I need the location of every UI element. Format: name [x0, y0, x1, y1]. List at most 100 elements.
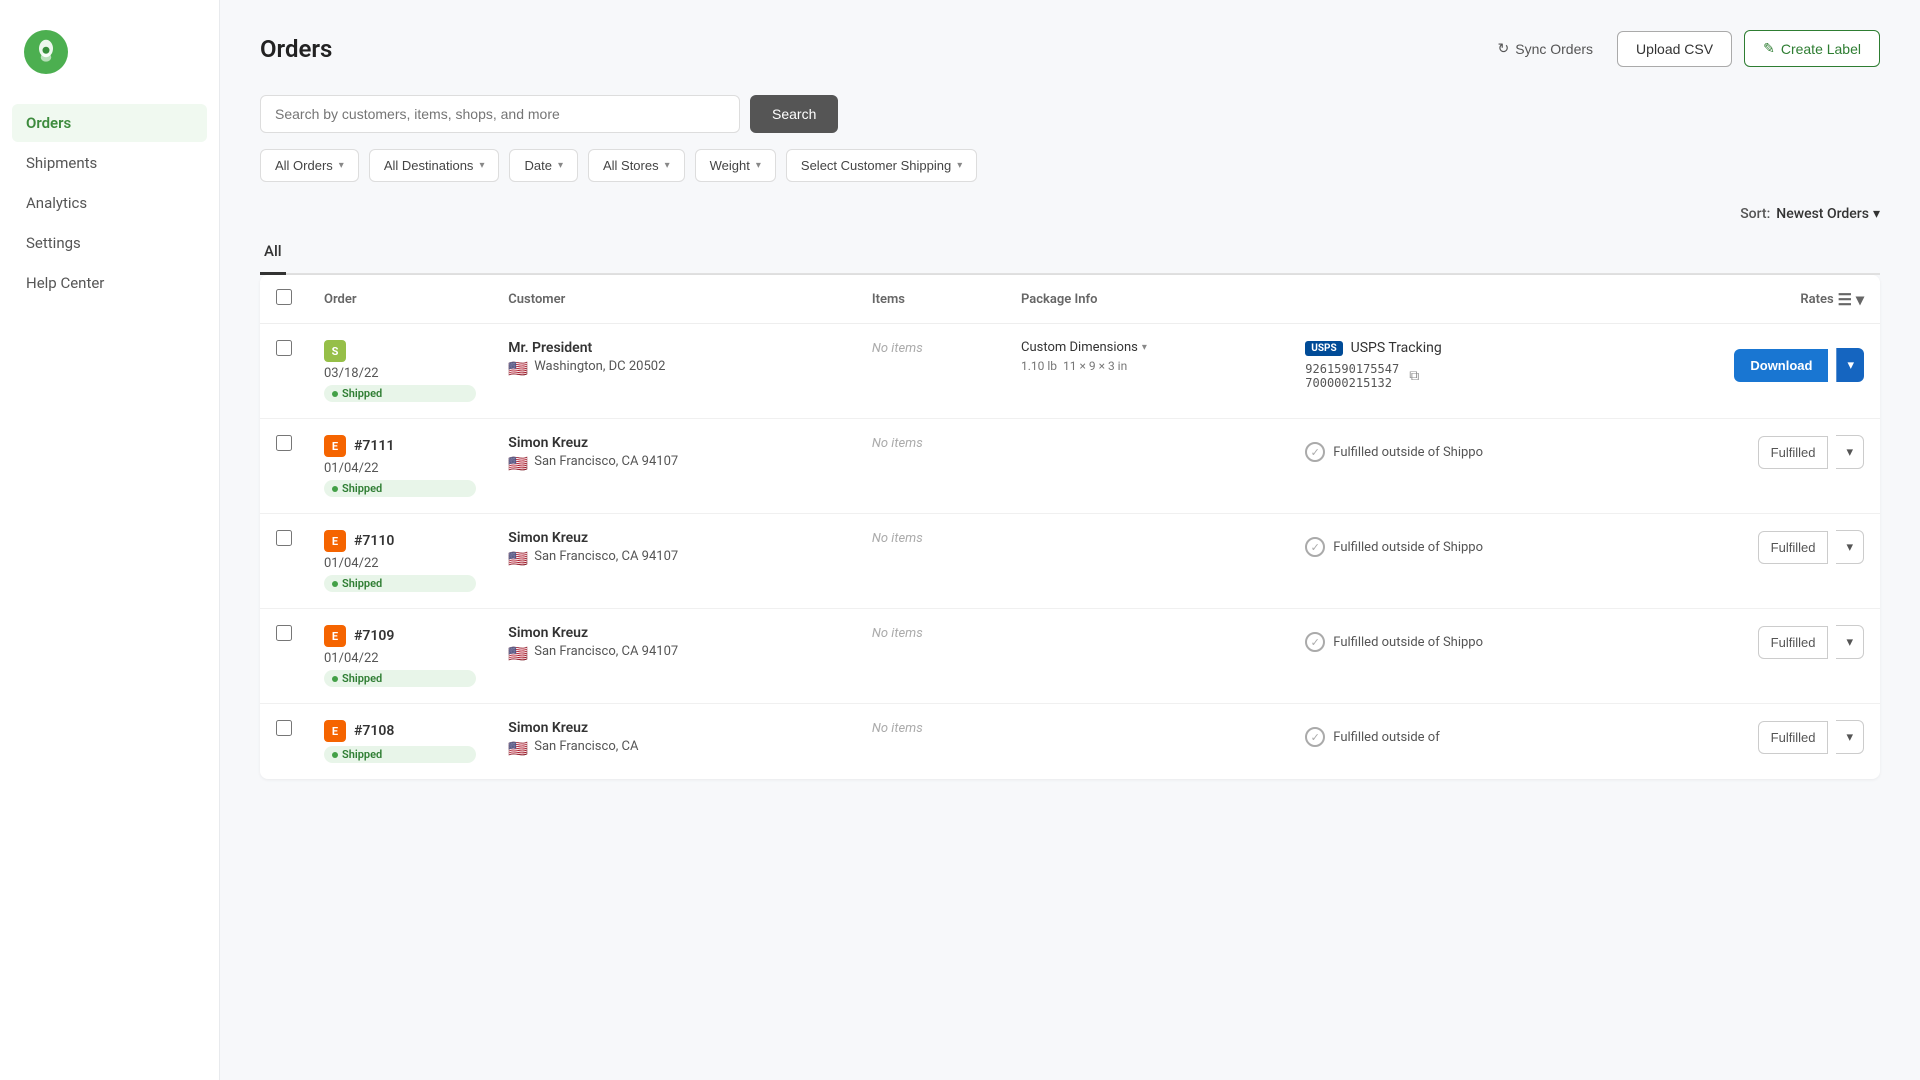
copy-icon[interactable]: ⧉: [1405, 364, 1423, 388]
app-logo: [24, 30, 68, 74]
rate-info: USPS USPS Tracking 926159017554770000021…: [1305, 340, 1441, 390]
table-row: S 03/18/22 Shipped Mr. President 🇺🇸 Wash…: [260, 324, 1880, 419]
columns-menu-icon[interactable]: ☰ ▾: [1838, 290, 1864, 309]
row-checkbox[interactable]: [276, 435, 292, 451]
row-checkbox[interactable]: [276, 530, 292, 546]
fulfilled-outside: ✓ Fulfilled outside of Shippo: [1305, 537, 1483, 557]
search-bar: Search: [260, 95, 1880, 133]
sidebar-item-settings[interactable]: Settings: [12, 224, 207, 262]
badge-dot: [332, 486, 338, 492]
table-row: E #7109 01/04/22 Shipped Simon Kreuz 🇺🇸 …: [260, 609, 1880, 704]
date-filter[interactable]: Date ▾: [509, 149, 578, 182]
sync-orders-button[interactable]: ↻ Sync Orders: [1486, 32, 1606, 65]
customer-col-header: Customer: [492, 275, 856, 324]
status-badge: Shipped: [324, 385, 476, 402]
customer-info: Simon Kreuz 🇺🇸 San Francisco, CA: [508, 720, 840, 758]
store-icon: E: [324, 435, 346, 457]
row-checkbox[interactable]: [276, 720, 292, 736]
fulfilled-button[interactable]: Fulfilled: [1758, 531, 1829, 564]
all-stores-filter[interactable]: All Stores ▾: [588, 149, 685, 182]
customer-info: Simon Kreuz 🇺🇸 San Francisco, CA 94107: [508, 625, 840, 663]
fulfilled-chevron-button[interactable]: ▾: [1836, 435, 1864, 469]
items-cell: No items: [872, 721, 923, 736]
fulfilled-label: Fulfilled outside of: [1333, 730, 1439, 745]
chevron-down-icon: ▾: [479, 160, 484, 171]
rates-col-header: Rates ☰ ▾: [1289, 275, 1880, 324]
sidebar-item-analytics[interactable]: Analytics: [12, 184, 207, 222]
order-info: E #7109 01/04/22 Shipped: [324, 625, 476, 687]
order-date: 03/18/22: [324, 366, 476, 381]
tab-all[interactable]: All: [260, 234, 286, 275]
package-info-col-header: Package Info: [1005, 275, 1289, 324]
fulfilled-label: Fulfilled outside of Shippo: [1333, 445, 1483, 460]
fulfilled-chevron-button[interactable]: ▾: [1836, 625, 1864, 659]
actions-col: Fulfilled ▾: [1758, 435, 1864, 469]
all-destinations-filter[interactable]: All Destinations ▾: [369, 149, 500, 182]
sort-label: Sort:: [1740, 206, 1770, 222]
weight-filter[interactable]: Weight ▾: [695, 149, 776, 182]
fulfilled-button[interactable]: Fulfilled: [1758, 626, 1829, 659]
fulfilled-chevron-button[interactable]: ▾: [1836, 530, 1864, 564]
badge-dot: [332, 581, 338, 587]
rate-carrier: USPS USPS Tracking: [1305, 340, 1441, 356]
order-info: E #7111 01/04/22 Shipped: [324, 435, 476, 497]
chevron-down-icon: ▾: [756, 160, 761, 171]
sidebar-item-help[interactable]: Help Center: [12, 264, 207, 302]
items-cell: No items: [872, 341, 923, 356]
badge-dot: [332, 752, 338, 758]
filters-bar: All Orders ▾ All Destinations ▾ Date ▾ A…: [260, 149, 1880, 182]
customer-city: San Francisco, CA: [534, 739, 638, 754]
customer-city: San Francisco, CA 94107: [534, 454, 678, 469]
download-chevron-button[interactable]: ▾: [1836, 348, 1864, 382]
package-type: Custom Dimensions ▾: [1021, 340, 1273, 355]
order-col-header: Order: [308, 275, 492, 324]
page-title: Orders: [260, 35, 332, 63]
upload-csv-button[interactable]: Upload CSV: [1617, 31, 1732, 67]
table-row: E #7111 01/04/22 Shipped Simon Kreuz 🇺🇸 …: [260, 419, 1880, 514]
external-link-icon: ✎: [1763, 40, 1775, 57]
customer-address: 🇺🇸 Washington, DC 20502: [508, 359, 840, 378]
sidebar-item-orders[interactable]: Orders: [12, 104, 207, 142]
create-label-button[interactable]: ✎ Create Label: [1744, 30, 1880, 67]
order-number: #7108: [354, 723, 394, 739]
customer-shipping-filter[interactable]: Select Customer Shipping ▾: [786, 149, 977, 182]
chevron-down-icon: ▾: [558, 160, 563, 171]
download-button[interactable]: Download: [1734, 349, 1828, 382]
customer-name: Simon Kreuz: [508, 435, 840, 451]
package-dims: 1.10 lb 11 × 9 × 3 in: [1021, 359, 1273, 373]
fulfilled-chevron-button[interactable]: ▾: [1836, 720, 1864, 754]
sync-icon: ↻: [1498, 40, 1510, 57]
search-button[interactable]: Search: [750, 95, 838, 133]
orders-table: Order Customer Items Package Info Rates …: [260, 275, 1880, 779]
status-badge: Shipped: [324, 575, 476, 592]
country-flag: 🇺🇸: [508, 549, 528, 568]
badge-dot: [332, 676, 338, 682]
sort-value[interactable]: Newest Orders ▾: [1776, 206, 1880, 222]
customer-city: San Francisco, CA 94107: [534, 644, 678, 659]
search-input[interactable]: [260, 95, 740, 133]
country-flag: 🇺🇸: [508, 454, 528, 473]
actions-col: Download ▾: [1734, 348, 1864, 382]
row-checkbox[interactable]: [276, 340, 292, 356]
select-all-checkbox[interactable]: [276, 289, 292, 305]
customer-info: Simon Kreuz 🇺🇸 San Francisco, CA 94107: [508, 530, 840, 568]
row-checkbox[interactable]: [276, 625, 292, 641]
order-info: S 03/18/22 Shipped: [324, 340, 476, 402]
all-orders-filter[interactable]: All Orders ▾: [260, 149, 359, 182]
fulfilled-button[interactable]: Fulfilled: [1758, 721, 1829, 754]
sidebar: Orders Shipments Analytics Settings Help…: [0, 0, 220, 1080]
items-cell: No items: [872, 531, 923, 546]
fulfilled-button[interactable]: Fulfilled: [1758, 436, 1829, 469]
customer-name: Simon Kreuz: [508, 720, 840, 736]
tab-bar: All: [260, 234, 1880, 275]
check-circle-icon: ✓: [1305, 632, 1325, 652]
country-flag: 🇺🇸: [508, 359, 528, 378]
store-icon: E: [324, 720, 346, 742]
order-date: 01/04/22: [324, 461, 476, 476]
customer-info: Mr. President 🇺🇸 Washington, DC 20502: [508, 340, 840, 378]
fulfilled-label: Fulfilled outside of Shippo: [1333, 540, 1483, 555]
sidebar-item-shipments[interactable]: Shipments: [12, 144, 207, 182]
order-number: #7110: [354, 533, 394, 549]
fulfilled-outside: ✓ Fulfilled outside of Shippo: [1305, 632, 1483, 652]
status-badge: Shipped: [324, 480, 476, 497]
